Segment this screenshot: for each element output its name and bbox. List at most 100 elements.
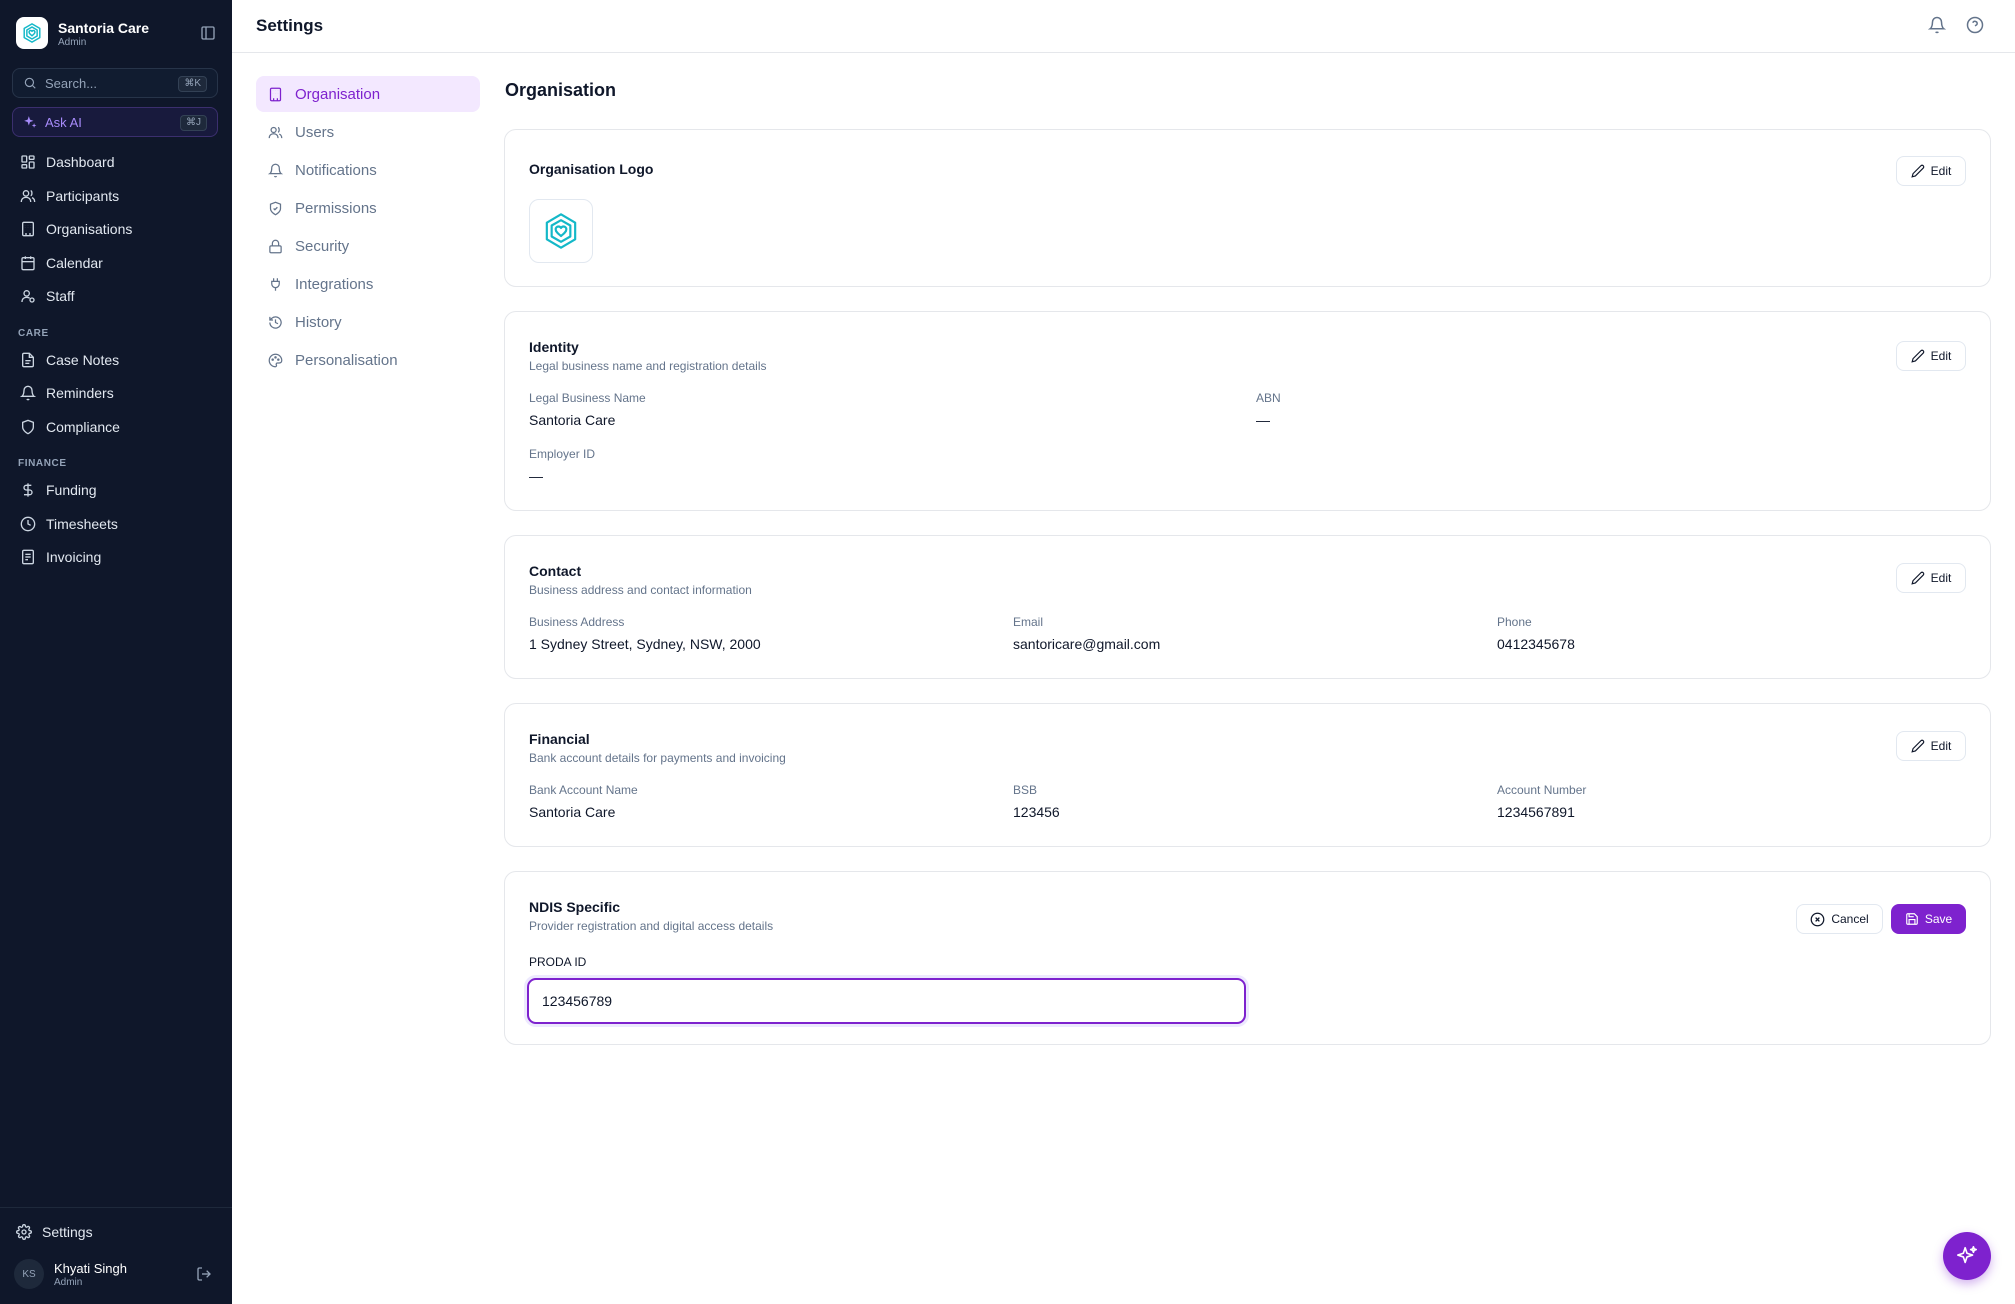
sidebar-item-invoicing[interactable]: Invoicing bbox=[12, 543, 218, 571]
edit-label: Edit bbox=[1930, 739, 1952, 753]
sidebar-item-timesheets[interactable]: Timesheets bbox=[12, 510, 218, 538]
settings-nav-label: Personalisation bbox=[295, 351, 398, 369]
save-label: Save bbox=[1924, 912, 1953, 926]
card-subtitle: Bank account details for payments and in… bbox=[529, 751, 786, 765]
edit-identity-button[interactable]: Edit bbox=[1896, 341, 1966, 371]
sidebar-item-organisations[interactable]: Organisations bbox=[12, 215, 218, 243]
sidebar-item-calendar[interactable]: Calendar bbox=[12, 249, 218, 277]
ai-assistant-fab[interactable] bbox=[1943, 1232, 1991, 1280]
ask-ai-button[interactable]: Ask AI ⌘J bbox=[12, 107, 218, 137]
invoice-icon bbox=[22, 549, 34, 565]
contact-card: Contact Business address and contact inf… bbox=[504, 535, 1991, 679]
palette-icon bbox=[268, 353, 283, 367]
organisation-logo bbox=[529, 199, 593, 263]
card-title: Organisation Logo bbox=[529, 161, 654, 177]
sidebar-item-label: Invoicing bbox=[46, 549, 102, 565]
sidebar-item-reminders[interactable]: Reminders bbox=[12, 379, 218, 407]
save-button[interactable]: Save bbox=[1891, 904, 1966, 934]
proda-id-input[interactable] bbox=[527, 978, 1246, 1024]
ask-ai-shortcut: ⌘J bbox=[180, 115, 207, 131]
edit-financial-button[interactable]: Edit bbox=[1896, 731, 1966, 761]
notifications-bell-icon[interactable] bbox=[1928, 16, 1946, 34]
identity-card: Identity Legal business name and registr… bbox=[504, 311, 1991, 511]
bell-icon bbox=[20, 385, 36, 401]
user-role: Admin bbox=[54, 1277, 83, 1288]
sidebar-toggle-icon[interactable] bbox=[200, 25, 216, 41]
pencil-icon bbox=[1910, 349, 1924, 363]
pencil-icon bbox=[1910, 739, 1924, 753]
building-icon bbox=[269, 87, 282, 101]
logo-card: Organisation Logo Edit bbox=[504, 129, 1991, 287]
settings-nav-notifications[interactable]: Notifications bbox=[256, 152, 480, 188]
sidebar-item-label: Dashboard bbox=[46, 154, 115, 170]
search-shortcut: ⌘K bbox=[178, 76, 207, 92]
cancel-label: Cancel bbox=[1831, 912, 1869, 926]
edit-logo-button[interactable]: Edit bbox=[1896, 156, 1966, 186]
shield-check-icon bbox=[269, 201, 282, 215]
sidebar-item-compliance[interactable]: Compliance bbox=[12, 413, 218, 441]
settings-nav-label: Users bbox=[295, 123, 335, 141]
legal-name-label: Legal Business Name bbox=[529, 391, 646, 405]
phone-label: Phone bbox=[1497, 615, 1532, 629]
sidebar-item-settings[interactable]: Settings bbox=[8, 1218, 214, 1246]
brand-logo-icon bbox=[16, 17, 48, 49]
settings-nav-integrations[interactable]: Integrations bbox=[256, 266, 480, 302]
sidebar: Santoria Care Admin Search... ⌘K Ask AI … bbox=[0, 0, 232, 1304]
sparkles-icon bbox=[1957, 1246, 1977, 1264]
top-header: Settings bbox=[232, 0, 2015, 53]
settings-nav-label: Organisation bbox=[295, 85, 381, 103]
lock-icon bbox=[269, 239, 282, 253]
edit-label: Edit bbox=[1930, 349, 1952, 363]
sidebar-item-label: Compliance bbox=[46, 419, 120, 435]
cancel-button[interactable]: Cancel bbox=[1796, 904, 1883, 934]
finance-section-label: FINANCE bbox=[18, 458, 67, 469]
sidebar-item-dashboard[interactable]: Dashboard bbox=[12, 148, 218, 176]
sidebar-item-label: Participants bbox=[46, 188, 120, 204]
save-icon bbox=[1905, 913, 1918, 925]
financial-card: Financial Bank account details for payme… bbox=[504, 703, 1991, 847]
clock-icon bbox=[20, 516, 36, 532]
phone-value: 0412345678 bbox=[1497, 636, 1575, 652]
sidebar-item-label: Settings bbox=[42, 1224, 93, 1240]
settings-nav-label: Integrations bbox=[295, 275, 374, 293]
sidebar-item-label: Calendar bbox=[46, 255, 103, 271]
help-icon[interactable] bbox=[1966, 16, 1984, 34]
calendar-icon bbox=[21, 256, 35, 271]
user-profile[interactable]: KS Khyati Singh Admin bbox=[14, 1259, 220, 1289]
legal-name-value: Santoria Care bbox=[529, 412, 616, 428]
sidebar-item-staff[interactable]: Staff bbox=[12, 282, 218, 310]
sparkles-icon bbox=[23, 115, 37, 129]
users-icon bbox=[20, 190, 36, 203]
sidebar-search[interactable]: Search... ⌘K bbox=[12, 68, 218, 98]
settings-nav-history[interactable]: History bbox=[256, 304, 480, 340]
sidebar-item-label: Funding bbox=[46, 482, 97, 498]
sidebar-item-funding[interactable]: Funding bbox=[12, 476, 218, 504]
settings-nav-label: Security bbox=[295, 237, 350, 255]
sidebar-item-participants[interactable]: Participants bbox=[12, 182, 218, 210]
settings-nav-security[interactable]: Security bbox=[256, 228, 480, 264]
settings-nav-permissions[interactable]: Permissions bbox=[256, 190, 480, 226]
address-value: 1 Sydney Street, Sydney, NSW, 2000 bbox=[529, 636, 761, 652]
sidebar-item-case-notes[interactable]: Case Notes bbox=[12, 346, 218, 374]
card-title: Financial bbox=[529, 731, 590, 747]
proda-id-label: PRODA ID bbox=[529, 955, 587, 969]
edit-label: Edit bbox=[1930, 571, 1952, 585]
account-number-label: Account Number bbox=[1497, 783, 1587, 797]
employer-id-value: — bbox=[529, 468, 543, 484]
care-section-label: CARE bbox=[18, 328, 49, 339]
pencil-icon bbox=[1910, 164, 1924, 178]
settings-nav-personalisation[interactable]: Personalisation bbox=[256, 342, 480, 378]
page-title: Settings bbox=[256, 16, 324, 35]
users-icon bbox=[268, 126, 283, 138]
logout-icon[interactable] bbox=[196, 1266, 212, 1282]
building-icon bbox=[22, 221, 34, 237]
search-placeholder: Search... bbox=[45, 76, 98, 91]
brand-name: Santoria Care bbox=[58, 20, 150, 36]
brand[interactable]: Santoria Care Admin bbox=[16, 17, 216, 51]
brand-role: Admin bbox=[58, 37, 87, 48]
edit-contact-button[interactable]: Edit bbox=[1896, 563, 1966, 593]
settings-nav-users[interactable]: Users bbox=[256, 114, 480, 150]
search-icon bbox=[23, 76, 37, 90]
bell-icon bbox=[268, 163, 283, 177]
settings-nav-organisation[interactable]: Organisation bbox=[256, 76, 480, 112]
